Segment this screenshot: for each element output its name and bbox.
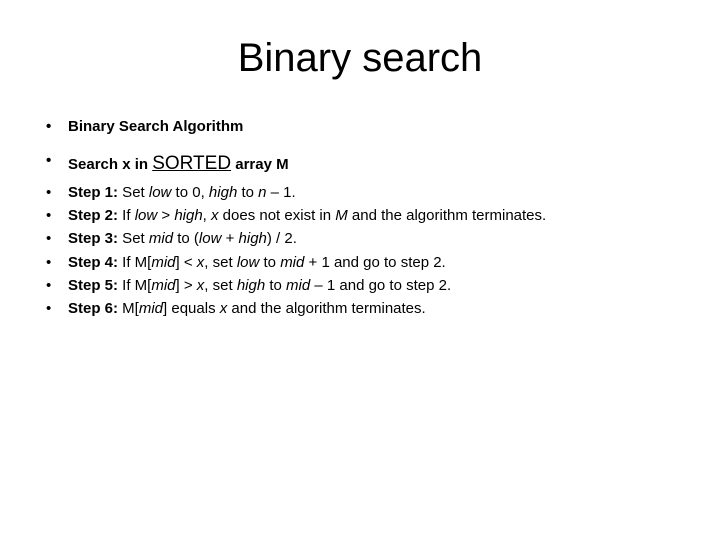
list-subheading: Search x in SORTED array M <box>40 151 680 177</box>
italic-term: mid <box>151 277 175 294</box>
step-label: Step 5: <box>68 277 118 294</box>
step-label: Step 1: <box>68 184 118 201</box>
italic-term: mid <box>151 254 175 271</box>
list-item: Step 2: If low > high, x does not exist … <box>40 206 680 226</box>
step-label: Step 6: <box>68 300 118 317</box>
italic-term: low <box>199 230 222 247</box>
italic-term: M <box>335 207 348 224</box>
italic-term: x <box>220 300 228 317</box>
slide: Binary search Binary Search Algorithm Se… <box>0 0 720 540</box>
step-label: Step 2: <box>68 207 118 224</box>
italic-term: high <box>174 207 202 224</box>
italic-term: high <box>239 230 267 247</box>
list-item: Step 1: Set low to 0, high to n – 1. <box>40 183 680 203</box>
italic-term: mid <box>139 300 163 317</box>
italic-term: high <box>237 277 265 294</box>
italic-term: low <box>237 254 260 271</box>
list-heading: Binary Search Algorithm <box>40 117 680 137</box>
italic-term: n <box>258 184 266 201</box>
italic-term: low <box>135 207 158 224</box>
italic-term: x <box>211 207 219 224</box>
subhead-pre: Search x in <box>68 156 152 173</box>
list-item: Step 3: Set mid to (low + high) / 2. <box>40 229 680 249</box>
subhead-post: array M <box>231 156 289 173</box>
step-label: Step 3: <box>68 230 118 247</box>
italic-term: x <box>197 254 205 271</box>
list-item: Step 4: If M[mid] < x, set low to mid + … <box>40 253 680 273</box>
italic-term: high <box>209 184 237 201</box>
subhead-sorted: SORTED <box>152 153 231 174</box>
bullet-list: Binary Search Algorithm Search x in SORT… <box>40 117 680 319</box>
italic-term: x <box>197 277 205 294</box>
list-item: Step 6: M[mid] equals x and the algorith… <box>40 299 680 319</box>
italic-term: low <box>149 184 172 201</box>
list-item: Step 5: If M[mid] > x, set high to mid –… <box>40 276 680 296</box>
slide-title: Binary search <box>40 36 680 81</box>
italic-term: mid <box>149 230 173 247</box>
italic-term: mid <box>286 277 310 294</box>
step-label: Step 4: <box>68 254 118 271</box>
italic-term: mid <box>280 254 304 271</box>
